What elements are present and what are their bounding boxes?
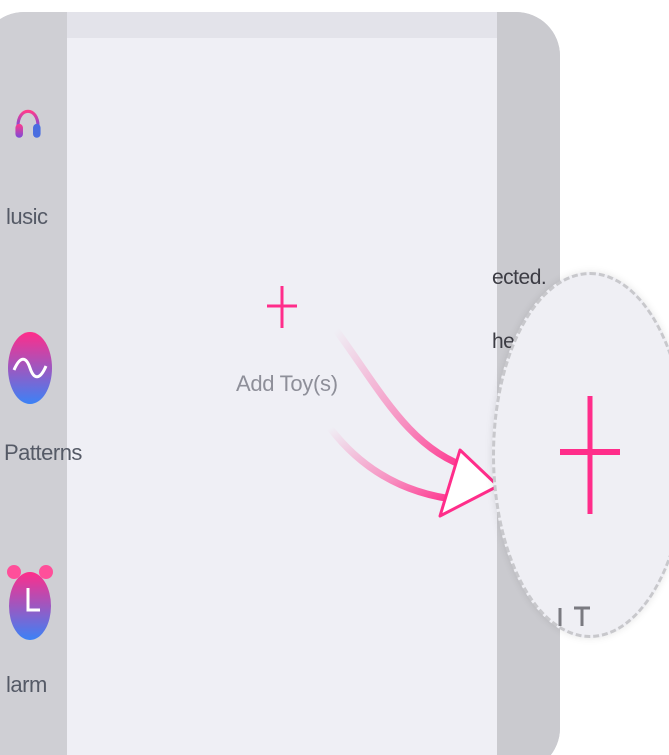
sidebar-item-label: larm: [6, 672, 47, 697]
status-text-line1: ected.: [492, 266, 547, 289]
plus-icon[interactable]: [560, 396, 620, 514]
text-fragment-icon: [558, 606, 590, 626]
sidebar-item-music[interactable]: lusic: [6, 100, 90, 240]
add-toy-plus-icon[interactable]: [265, 284, 299, 330]
top-bar: [67, 12, 497, 38]
headphones-icon: [15, 109, 41, 138]
sidebar-item-label: lusic: [6, 204, 48, 229]
alarm-clock-icon: [7, 565, 53, 640]
sidebar-item-alarm[interactable]: larm: [6, 562, 90, 712]
sidebar-item-patterns[interactable]: Patterns: [4, 330, 90, 480]
screen: lusic Patterns larm Add Toy(s) ected. he: [0, 0, 669, 755]
wave-icon: [8, 332, 52, 404]
sidebar-item-label: Patterns: [4, 440, 82, 465]
callout-arrows: [326, 326, 500, 518]
